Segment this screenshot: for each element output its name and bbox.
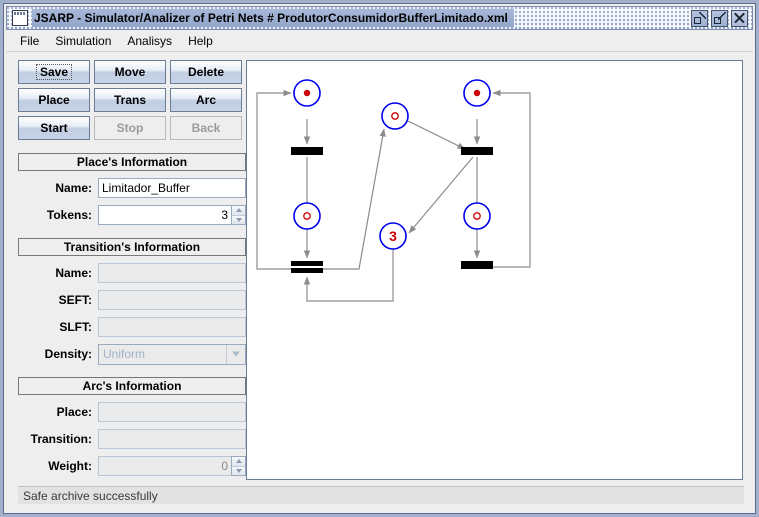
menu-item-simulation[interactable]: Simulation: [47, 32, 119, 50]
transition-information-title: Transition's Information: [18, 238, 246, 256]
place-name-row: Name: Limitador_Buffer: [18, 178, 246, 198]
transition-t2-top[interactable]: [291, 261, 323, 266]
arc-place-row: Place:: [18, 402, 246, 422]
window-title-bar: JSARP - Simulator/Analizer of Petri Nets…: [6, 6, 753, 30]
place-tokens-label: Tokens:: [46, 208, 92, 222]
arc-t2-p1: [256, 89, 307, 270]
delete-button[interactable]: Delete: [170, 60, 242, 84]
arc-t4-p5: [492, 89, 531, 268]
stop-button: Stop: [94, 116, 166, 140]
trans-button-label: Trans: [113, 93, 146, 107]
tool-button-grid: Save Move Delete Place Trans Arc Start S…: [18, 60, 246, 140]
close-icon[interactable]: [731, 9, 748, 27]
place-p6[interactable]: [463, 202, 491, 230]
trans-button[interactable]: Trans: [94, 88, 166, 112]
menu-item-help[interactable]: Help: [180, 32, 221, 50]
delete-button-label: Delete: [187, 65, 225, 79]
window-controls: [691, 9, 750, 27]
arc-t3-p4: [408, 156, 474, 234]
arc-information-title: Arc's Information: [18, 377, 246, 395]
window-title: JSARP - Simulator/Analizer of Petri Nets…: [32, 9, 514, 27]
place-tokens-spin-buttons: [231, 205, 246, 225]
arc-weight-input[interactable]: 0: [98, 456, 231, 476]
token-dot-p1: [303, 89, 311, 97]
arc-weight-spin-buttons: [231, 456, 246, 476]
place-p3[interactable]: [381, 102, 409, 130]
arc-transition-row: Transition:: [18, 429, 246, 449]
place-tokens-row: Tokens: 3: [18, 205, 246, 225]
left-control-panel: Save Move Delete Place Trans Arc Start S…: [18, 60, 246, 476]
transition-t4[interactable]: [461, 261, 493, 269]
petri-net-canvas[interactable]: 3: [246, 60, 743, 480]
save-button[interactable]: Save: [18, 60, 90, 84]
transition-density-value: Uniform: [103, 347, 146, 361]
start-button-label: Start: [40, 121, 68, 135]
content-area: Save Move Delete Place Trans Arc Start S…: [6, 52, 753, 511]
transition-t1[interactable]: [291, 147, 323, 155]
menu-item-analisys[interactable]: Analisys: [119, 32, 180, 50]
place-information-title: Place's Information: [18, 153, 246, 171]
arc-button[interactable]: Arc: [170, 88, 242, 112]
transition-density-select: Uniform: [98, 343, 246, 365]
place-name-input[interactable]: Limitador_Buffer: [98, 178, 246, 198]
arc-transition-label: Transition:: [30, 432, 92, 446]
transition-density-label: Density:: [44, 347, 92, 361]
transition-density-row: Density: Uniform: [18, 343, 246, 365]
menu-item-file[interactable]: File: [12, 32, 47, 50]
application-root: JSARP - Simulator/Analizer of Petri Nets…: [0, 0, 759, 517]
transition-name-input: [98, 263, 246, 283]
place-button-label: Place: [38, 93, 70, 107]
arc-weight-row: Weight: 0: [18, 456, 246, 476]
transition-seft-input: [98, 290, 246, 310]
stop-button-label: Stop: [116, 121, 144, 135]
transition-name-label: Name:: [55, 266, 92, 280]
move-button[interactable]: Move: [94, 60, 166, 84]
spinner-up-icon[interactable]: [232, 206, 245, 216]
transition-slft-row: SLFT:: [18, 317, 246, 337]
place-button[interactable]: Place: [18, 88, 90, 112]
place-tokens-spinner[interactable]: 3: [98, 205, 246, 225]
transition-slft-label: SLFT:: [59, 320, 92, 334]
arc-place-label: Place:: [56, 405, 92, 419]
arc-t2-p3: [323, 128, 386, 270]
spinner-up-icon[interactable]: [232, 457, 245, 467]
back-button-label: Back: [191, 121, 221, 135]
place-p2[interactable]: [293, 202, 321, 230]
save-button-label: Save: [35, 64, 73, 80]
status-bar: Safe archive successfully: [18, 486, 744, 504]
chevron-down-icon: [226, 344, 245, 364]
arc-p4-t2: [303, 249, 394, 302]
menu-bar: File Simulation Analisys Help: [6, 31, 753, 52]
arc-place-input: [98, 402, 246, 422]
petri-net-drawing[interactable]: 3: [247, 61, 742, 479]
back-button: Back: [170, 116, 242, 140]
spinner-down-icon[interactable]: [232, 466, 245, 475]
move-button-label: Move: [114, 65, 146, 79]
arc-button-label: Arc: [195, 93, 216, 107]
arc-p3-t3: [407, 120, 466, 150]
place-p4-marking-label: 3: [389, 228, 397, 244]
transition-slft-input: [98, 317, 246, 337]
place-layer: 3: [293, 79, 491, 250]
spinner-down-icon[interactable]: [232, 215, 245, 224]
arc-weight-label: Weight:: [48, 459, 92, 473]
window-document-icon: [12, 10, 28, 26]
transition-layer: [291, 147, 493, 273]
transition-seft-label: SEFT:: [58, 293, 92, 307]
transition-t3[interactable]: [461, 147, 493, 155]
place-tokens-input[interactable]: 3: [98, 205, 231, 225]
transition-name-row: Name:: [18, 263, 246, 283]
minimize-icon[interactable]: [691, 9, 708, 27]
token-dot-p5: [473, 89, 481, 97]
place-name-label: Name:: [55, 181, 92, 195]
arc-transition-input: [98, 429, 246, 449]
start-button[interactable]: Start: [18, 116, 90, 140]
maximize-icon[interactable]: [711, 9, 728, 27]
transition-seft-row: SEFT:: [18, 290, 246, 310]
main-window: JSARP - Simulator/Analizer of Petri Nets…: [3, 3, 756, 514]
arc-weight-spinner[interactable]: 0: [98, 456, 246, 476]
transition-t2-bottom[interactable]: [291, 268, 323, 273]
